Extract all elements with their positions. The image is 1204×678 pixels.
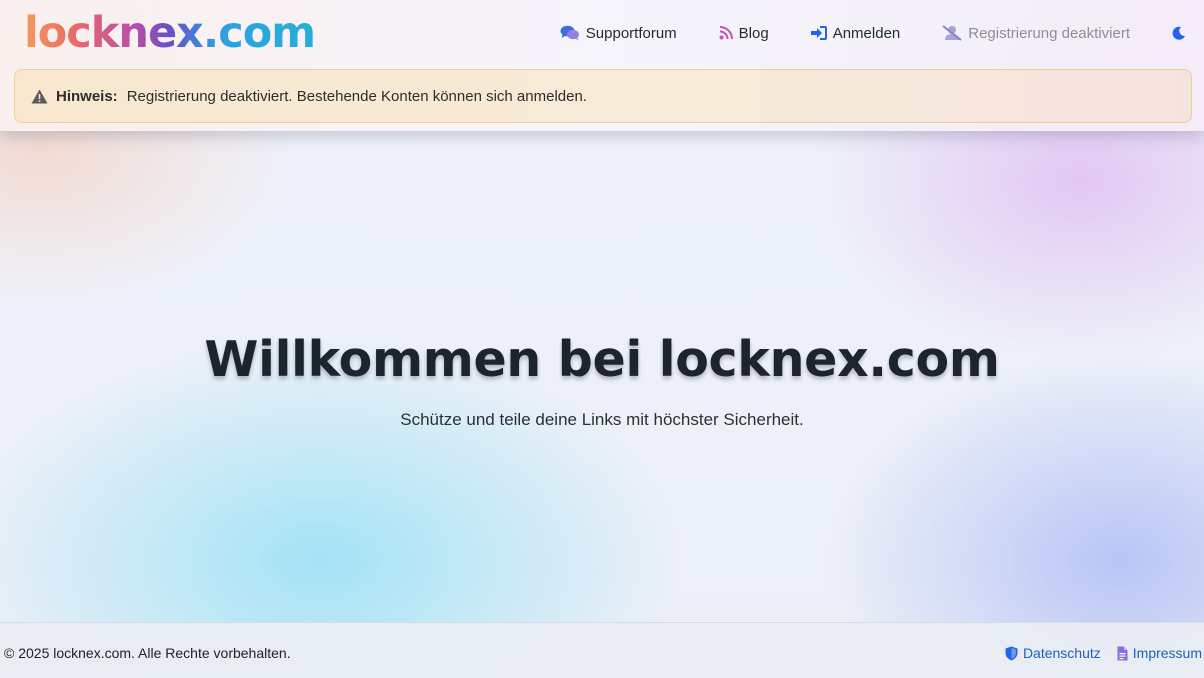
rss-icon (719, 26, 733, 40)
hero-subtitle: Schütze und teile deine Links mit höchst… (400, 410, 804, 429)
nav-registrierung-label: Registrierung deaktiviert (968, 24, 1130, 42)
warning-icon (31, 89, 48, 103)
footer-link-datenschutz-label: Datenschutz (1022, 645, 1101, 661)
site-header: locknex.com Supportforum Blog Anmelden R… (0, 0, 1204, 131)
nav-supportforum-label: Supportforum (585, 24, 677, 42)
alert-message: Registrierung deaktiviert. Bestehende Ko… (126, 87, 587, 105)
document-icon (1117, 646, 1128, 660)
footer-link-impressum[interactable]: Impressum (1117, 645, 1202, 661)
alert-title: Hinweis: (56, 87, 118, 105)
theme-toggle-button[interactable] (1172, 26, 1186, 40)
nav-blog-label: Blog (738, 24, 769, 42)
main-nav: Supportforum Blog Anmelden Registrierung… (560, 20, 1186, 46)
nav-anmelden[interactable]: Anmelden (810, 24, 901, 42)
comments-icon (560, 25, 579, 40)
nav-anmelden-label: Anmelden (832, 24, 901, 42)
site-footer: © 2025 locknex.com. Alle Rechte vorbehal… (0, 622, 1204, 678)
nav-blog[interactable]: Blog (719, 25, 769, 42)
moon-icon (1172, 26, 1185, 40)
site-logo[interactable]: locknex.com (24, 8, 316, 58)
footer-links: Datenschutz Impressum (989, 645, 1202, 661)
nav-supportforum[interactable]: Supportforum (560, 25, 677, 42)
nav-registrierung-deaktiviert: Registrierung deaktiviert (942, 25, 1130, 42)
shield-icon (1005, 646, 1018, 660)
footer-link-impressum-label: Impressum (1132, 645, 1202, 661)
hero-title: Willkommen bei locknex.com (204, 331, 1000, 388)
footer-link-datenschutz[interactable]: Datenschutz (1005, 645, 1101, 661)
hero-section: Willkommen bei locknex.com Schütze und t… (0, 131, 1204, 622)
registration-alert: Hinweis: Registrierung deaktiviert. Best… (14, 69, 1192, 123)
footer-copyright: © 2025 locknex.com. Alle Rechte vorbehal… (4, 645, 291, 661)
sign-in-icon (810, 26, 827, 40)
user-slash-icon (942, 25, 962, 41)
